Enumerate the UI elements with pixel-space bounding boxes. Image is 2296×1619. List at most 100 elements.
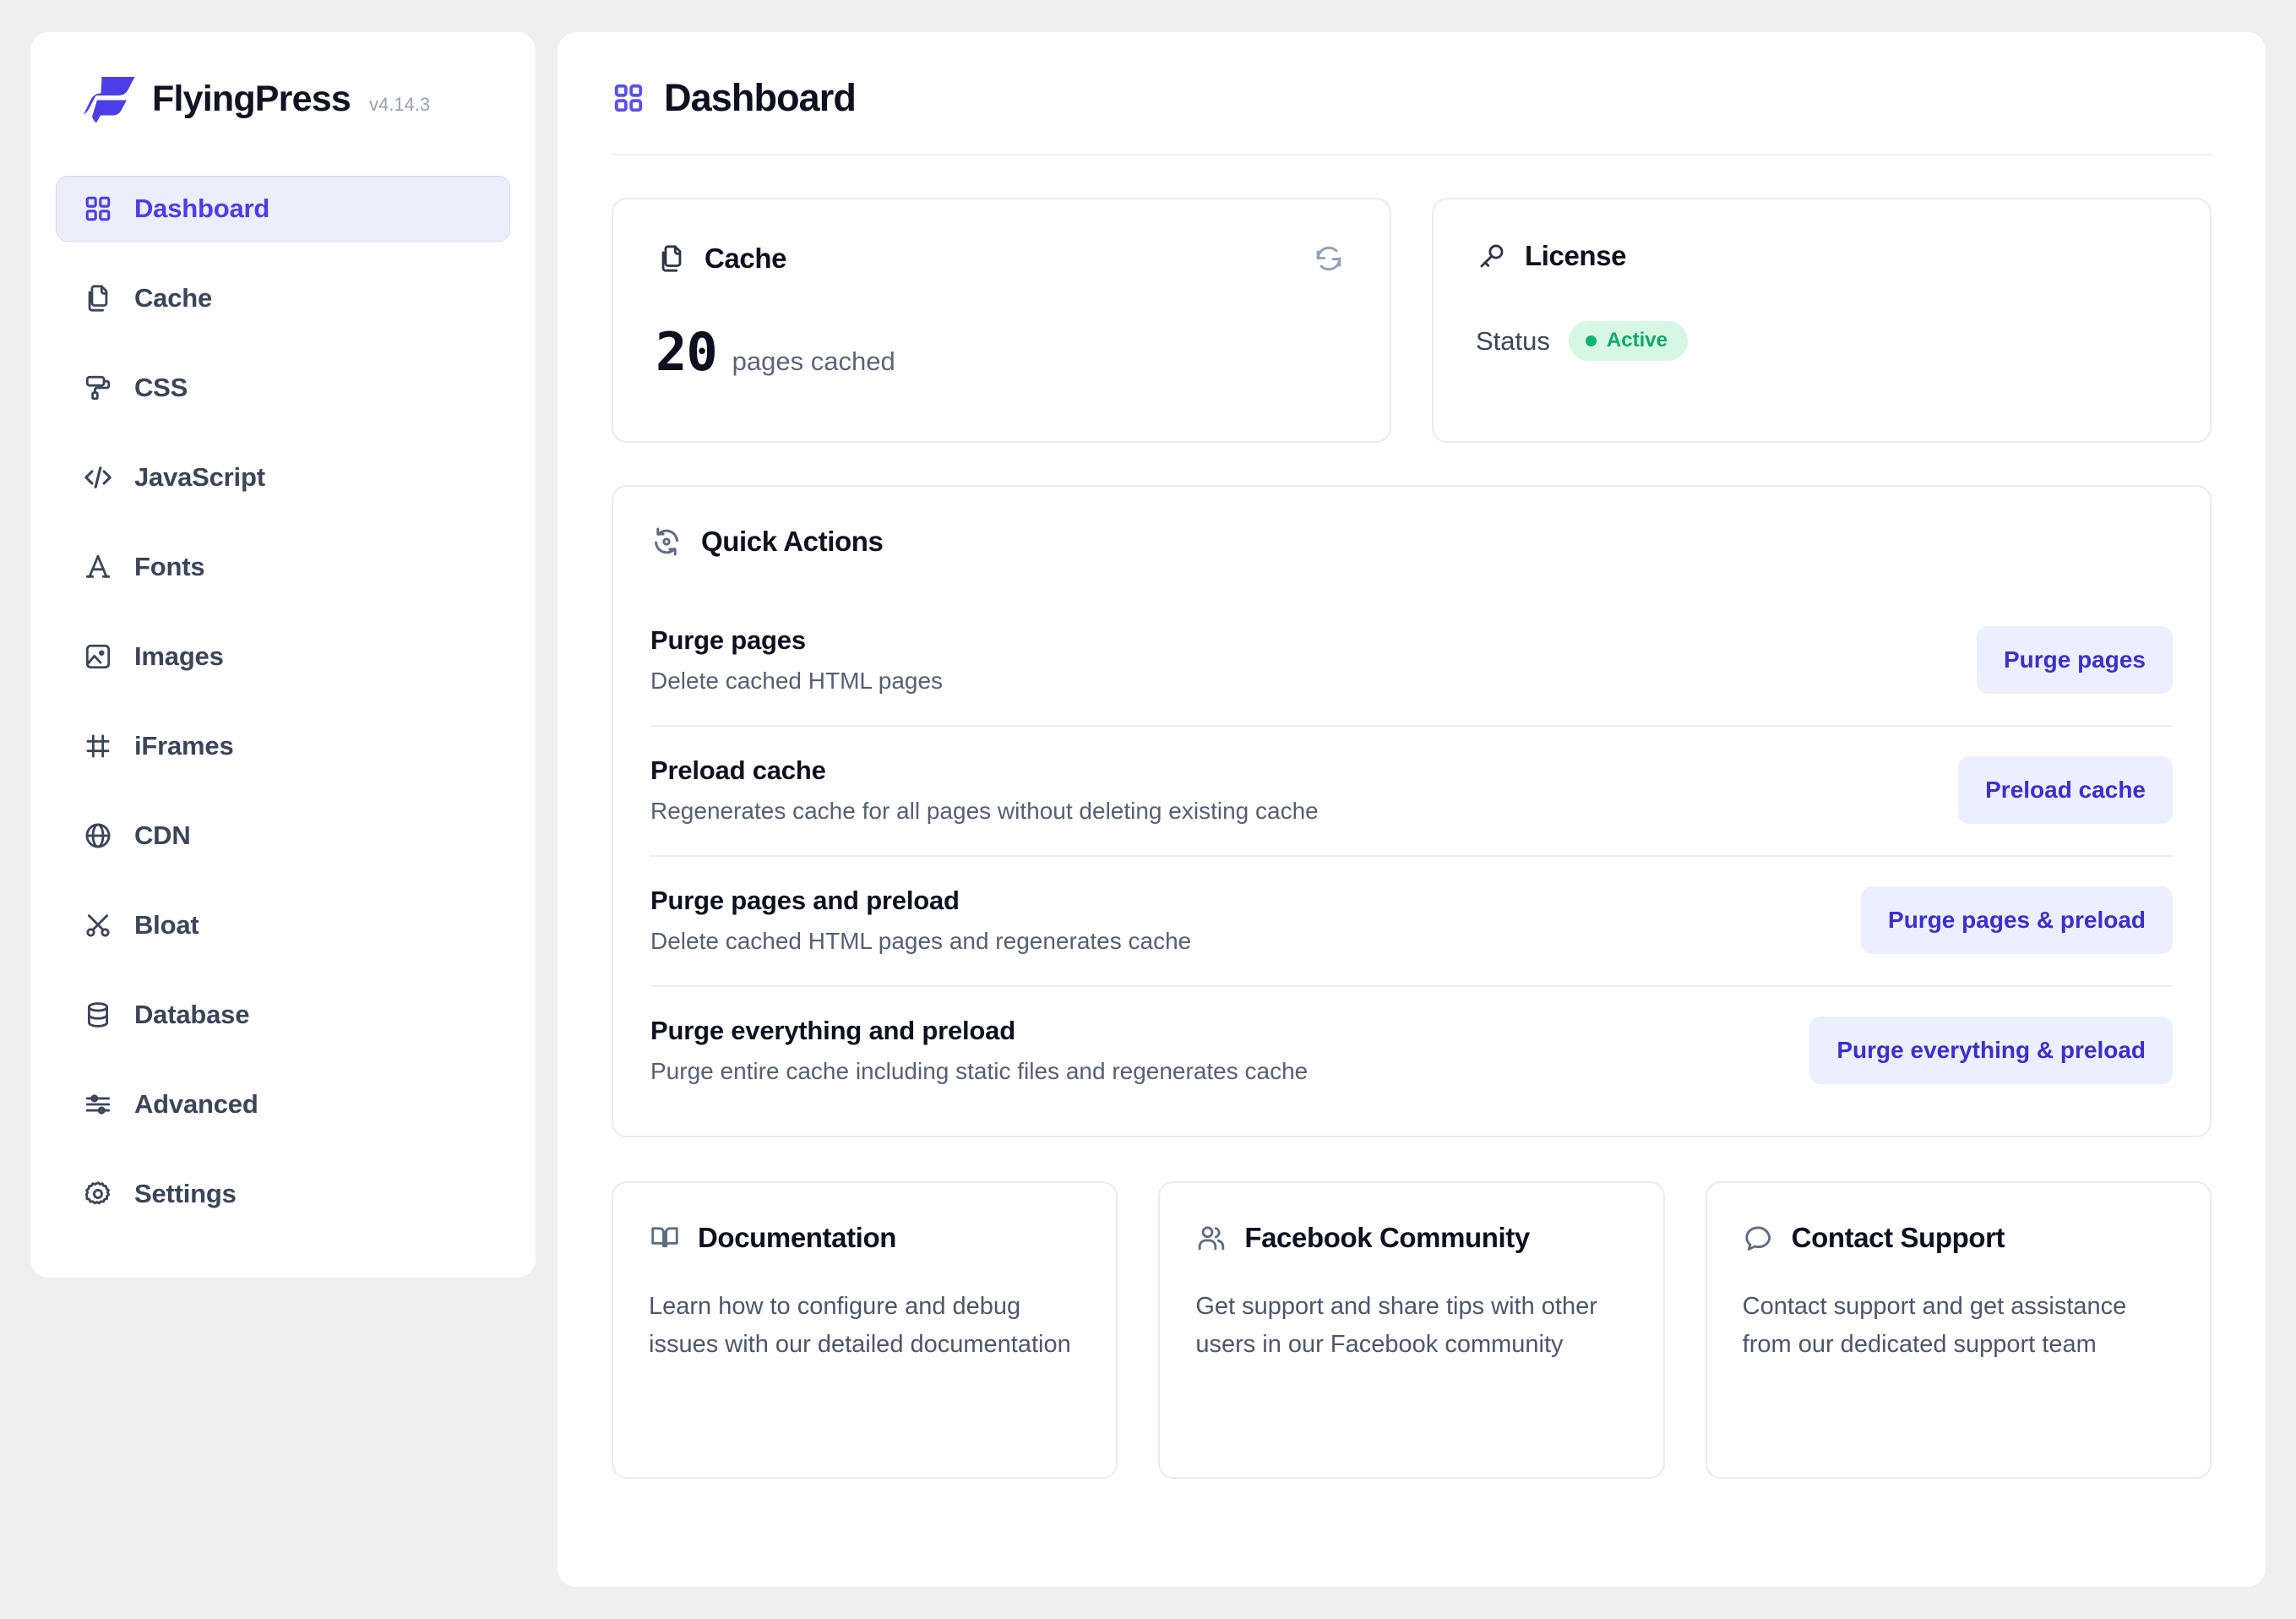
sidebar-item-javascript[interactable]: JavaScript bbox=[56, 444, 510, 510]
contact-support-card[interactable]: Contact Support Contact support and get … bbox=[1705, 1181, 2212, 1479]
quick-action-row: Preload cache Regenerates cache for all … bbox=[650, 727, 2173, 857]
cache-card-title: Cache bbox=[705, 243, 787, 274]
sidebar-item-label: Settings bbox=[134, 1179, 237, 1208]
facebook-community-card-description: Get support and share tips with other us… bbox=[1195, 1293, 1597, 1358]
sidebar-item-label: Advanced bbox=[134, 1089, 258, 1119]
sidebar-item-label: Fonts bbox=[134, 552, 205, 581]
sidebar-item-bloat[interactable]: Bloat bbox=[56, 892, 510, 958]
quick-action-row: Purge pages Delete cached HTML pages Pur… bbox=[650, 597, 2173, 727]
license-card: License Status Active bbox=[1432, 198, 2212, 443]
grid-icon bbox=[82, 193, 114, 225]
status-badge-label: Active bbox=[1606, 329, 1668, 352]
quick-action-text: Purge pages Delete cached HTML pages bbox=[650, 625, 1943, 695]
quick-action-description: Delete cached HTML pages and regenerates… bbox=[650, 928, 1192, 954]
sidebar-item-advanced[interactable]: Advanced bbox=[56, 1071, 510, 1137]
sidebar-item-label: Database bbox=[134, 1000, 250, 1029]
sidebar-item-label: CDN bbox=[134, 820, 191, 850]
sidebar-item-label: CSS bbox=[134, 373, 188, 402]
sidebar-item-css[interactable]: CSS bbox=[56, 355, 510, 421]
facebook-community-card-header: Facebook Community bbox=[1195, 1222, 1627, 1254]
preload-cache-button[interactable]: Preload cache bbox=[1958, 756, 2173, 824]
page-header: Dashboard bbox=[612, 76, 2212, 155]
documentation-card[interactable]: Documentation Learn how to configure and… bbox=[612, 1181, 1118, 1479]
cache-card-header: Cache bbox=[656, 240, 1347, 277]
quick-action-name: Purge pages and preload bbox=[650, 886, 960, 915]
license-status-label: Status bbox=[1476, 325, 1550, 356]
code-icon bbox=[82, 461, 114, 493]
scissors-icon bbox=[82, 909, 114, 941]
quick-action-description: Regenerates cache for all pages without … bbox=[650, 798, 1319, 824]
contact-support-card-header: Contact Support bbox=[1743, 1222, 2174, 1254]
quick-action-name: Preload cache bbox=[650, 755, 826, 785]
quick-action-description: Purge entire cache including static file… bbox=[650, 1058, 1309, 1084]
refresh-icon[interactable] bbox=[1310, 240, 1347, 277]
quick-action-text: Purge everything and preload Purge entir… bbox=[650, 1016, 1776, 1085]
letter-a-icon bbox=[82, 551, 114, 583]
sliders-icon bbox=[82, 1088, 114, 1120]
link-cards-row: Documentation Learn how to configure and… bbox=[612, 1181, 2212, 1479]
quick-actions-title: Quick Actions bbox=[701, 526, 884, 557]
sidebar-item-fonts[interactable]: Fonts bbox=[56, 534, 510, 600]
sidebar-item-label: Bloat bbox=[134, 910, 199, 940]
purge-pages-and-preload-button[interactable]: Purge pages & preload bbox=[1861, 886, 2173, 954]
copy-icon bbox=[656, 243, 688, 275]
sidebar-item-images[interactable]: Images bbox=[56, 624, 510, 690]
quick-action-row: Purge pages and preload Delete cached HT… bbox=[650, 857, 2173, 987]
sidebar-item-cache[interactable]: Cache bbox=[56, 265, 510, 331]
globe-icon bbox=[82, 820, 114, 852]
sidebar-nav: Dashboard Cache CSS JavaScript Fonts Ima… bbox=[56, 176, 510, 1227]
quick-actions-card: Quick Actions Purge pages Delete cached … bbox=[612, 485, 2212, 1137]
cache-count-value: 20 bbox=[656, 321, 718, 383]
license-status-row: Status Active bbox=[1476, 321, 2168, 361]
documentation-card-description: Learn how to configure and debug issues … bbox=[649, 1293, 1071, 1358]
book-icon bbox=[649, 1222, 681, 1254]
purge-everything-and-preload-button[interactable]: Purge everything & preload bbox=[1809, 1017, 2173, 1084]
sidebar-item-label: JavaScript bbox=[134, 462, 265, 492]
sidebar-item-iframes[interactable]: iFrames bbox=[56, 713, 510, 779]
cache-card-title-group: Cache bbox=[656, 243, 786, 275]
image-icon bbox=[82, 641, 114, 673]
app-root: FlyingPress v4.14.3 Dashboard Cache CSS … bbox=[0, 0, 2296, 1619]
quick-action-name: Purge everything and preload bbox=[650, 1016, 1015, 1045]
flyingpress-logo-icon bbox=[83, 74, 137, 123]
key-icon bbox=[1476, 240, 1508, 272]
sidebar-item-label: Images bbox=[134, 641, 224, 671]
sidebar-item-label: Cache bbox=[134, 283, 213, 313]
documentation-card-header: Documentation bbox=[649, 1222, 1080, 1254]
contact-support-card-description: Contact support and get assistance from … bbox=[1742, 1293, 2127, 1358]
sidebar-item-cdn[interactable]: CDN bbox=[56, 803, 510, 869]
users-icon bbox=[1195, 1222, 1227, 1254]
sidebar-item-label: Dashboard bbox=[134, 194, 270, 223]
sidebar-item-settings[interactable]: Settings bbox=[56, 1161, 510, 1227]
license-card-header: License bbox=[1476, 240, 2168, 272]
quick-action-row: Purge everything and preload Purge entir… bbox=[650, 987, 2173, 1105]
sidebar: FlyingPress v4.14.3 Dashboard Cache CSS … bbox=[30, 32, 536, 1278]
quick-action-text: Preload cache Regenerates cache for all … bbox=[650, 755, 1924, 825]
brand: FlyingPress v4.14.3 bbox=[56, 74, 510, 123]
brand-version: v4.14.3 bbox=[368, 94, 431, 115]
gear-icon bbox=[82, 1178, 114, 1210]
documentation-card-title: Documentation bbox=[698, 1222, 896, 1253]
license-card-title-group: License bbox=[1476, 240, 1627, 272]
chat-bubble-icon bbox=[1743, 1222, 1775, 1254]
contact-support-card-title: Contact Support bbox=[1791, 1222, 2005, 1253]
license-card-title: License bbox=[1525, 240, 1627, 271]
facebook-community-card[interactable]: Facebook Community Get support and share… bbox=[1158, 1181, 1665, 1479]
quick-actions-header: Quick Actions bbox=[650, 526, 2173, 558]
sidebar-item-label: iFrames bbox=[134, 731, 234, 760]
sidebar-item-database[interactable]: Database bbox=[56, 982, 510, 1048]
cache-count-unit: pages cached bbox=[732, 346, 895, 376]
purge-pages-button[interactable]: Purge pages bbox=[1976, 626, 2173, 694]
sidebar-item-dashboard[interactable]: Dashboard bbox=[56, 176, 510, 242]
brand-name: FlyingPress bbox=[152, 78, 351, 119]
